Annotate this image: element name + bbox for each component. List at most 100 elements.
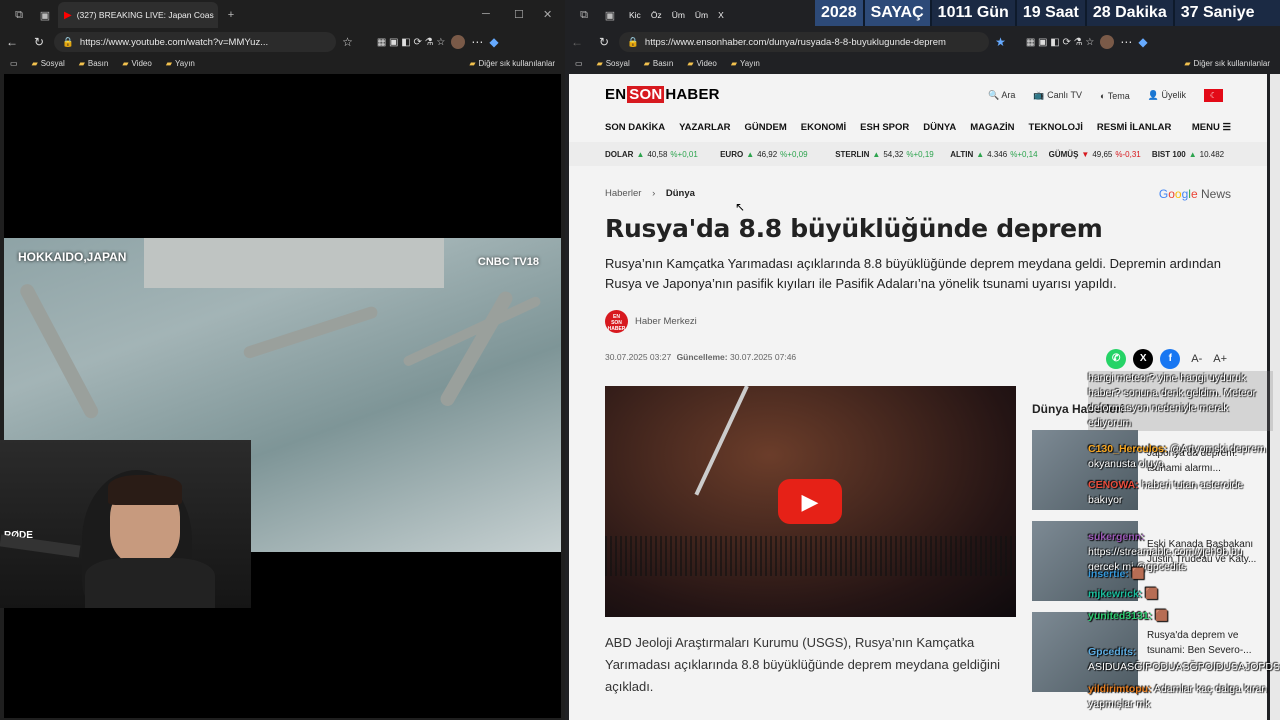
- tab-kic[interactable]: Kic: [629, 10, 641, 20]
- counter-label: SAYAÇ: [864, 0, 932, 26]
- ticker-item[interactable]: EURO ▲ 46,92 %+0,09: [720, 150, 835, 159]
- live-tv-button[interactable]: 📺 Canlı TV: [1033, 90, 1082, 101]
- nav-resmi-ilanlar[interactable]: RESMİ İLANLAR: [1097, 122, 1171, 133]
- nav-dunya[interactable]: DÜNYA: [923, 122, 956, 133]
- nav-gundem[interactable]: GÜNDEM: [745, 122, 787, 133]
- breadcrumb-root[interactable]: Haberler: [605, 188, 641, 199]
- bookmark-sosyal[interactable]: ▰ Sosyal: [597, 59, 630, 68]
- turkey-flag-icon[interactable]: ☾: [1204, 89, 1223, 102]
- back-icon[interactable]: ←: [6, 35, 18, 49]
- other-bookmarks[interactable]: ▰ Diğer sık kullanılanlar: [469, 59, 555, 68]
- copilot-icon[interactable]: ◆: [1138, 35, 1147, 49]
- font-decrease-button[interactable]: A-: [1191, 353, 1202, 365]
- favorite-star-icon[interactable]: ☆: [342, 35, 353, 49]
- sidebar-toggle-icon[interactable]: ▭: [575, 59, 583, 68]
- theme-button[interactable]: ◐ Tema: [1100, 91, 1130, 101]
- streamer-hair: [108, 475, 182, 505]
- nav-son-dakika[interactable]: SON DAKİKA: [605, 122, 665, 133]
- profile-avatar[interactable]: [1100, 35, 1115, 49]
- x-icon[interactable]: X: [1133, 349, 1154, 369]
- tab-actions-icon[interactable]: ▣: [597, 2, 623, 28]
- cnbc-logo: CNBC TV18: [477, 256, 539, 268]
- copilot-icon[interactable]: ◆: [489, 35, 498, 49]
- google-news-link[interactable]: Google News: [1159, 187, 1231, 201]
- counter-year: 2028: [815, 0, 865, 26]
- ticker-item[interactable]: GÜMÜŞ ▼ 49,65 %-0,31: [1049, 150, 1152, 159]
- tab-youtube[interactable]: ▶ (327) BREAKING LIVE: Japan Coas ✕: [58, 2, 218, 28]
- other-bookmarks[interactable]: ▰ Diğer sık kullanılanlar: [1184, 59, 1270, 68]
- seismograph-needle: [694, 386, 749, 496]
- minimize-icon[interactable]: ─: [482, 8, 490, 20]
- close-window-icon[interactable]: ✕: [543, 8, 552, 21]
- bookmark-sosyal[interactable]: ▰ Sosyal: [32, 59, 65, 68]
- ticker-item[interactable]: ALTIN ▲ 4.346 %+0,14: [950, 150, 1048, 159]
- address-bar[interactable]: 🔒 https://www.youtube.com/watch?v=MMYuz.…: [54, 32, 337, 52]
- play-button[interactable]: ▶: [778, 479, 842, 524]
- bookmark-basin[interactable]: ▰ Basın: [644, 59, 674, 68]
- nav-yazarlar[interactable]: YAZARLAR: [679, 122, 730, 133]
- search-button[interactable]: 🔍 Ara: [988, 90, 1015, 101]
- nav-esh-spor[interactable]: ESH SPOR: [860, 122, 909, 133]
- tab-x[interactable]: X: [718, 10, 724, 20]
- chat-message: CENOWA: haberi tutan asteroide bakıyor: [1088, 479, 1244, 506]
- updated-label: Güncelleme:: [676, 352, 728, 362]
- breadcrumb-current[interactable]: Dünya: [666, 188, 695, 199]
- bookmark-video[interactable]: ▰ Video: [122, 59, 151, 68]
- new-tab-icon[interactable]: +: [218, 2, 244, 28]
- harbor-area: [144, 238, 444, 288]
- nav-magazin[interactable]: MAGAZİN: [970, 122, 1014, 133]
- sidebar-toggle-icon[interactable]: ▭: [10, 59, 18, 68]
- favorite-star-icon[interactable]: ★: [995, 35, 1006, 49]
- bookmark-basin[interactable]: ▰ Basın: [79, 59, 109, 68]
- bookmark-yayin[interactable]: ▰ Yayın: [731, 59, 760, 68]
- refresh-icon[interactable]: ↻: [34, 35, 44, 49]
- ticker-item[interactable]: STERLIN ▲ 54,32 %+0,19: [835, 150, 950, 159]
- tab-um-1[interactable]: Üm: [672, 10, 685, 20]
- facebook-icon[interactable]: f: [1160, 349, 1181, 369]
- tab-oz[interactable]: Öz: [651, 10, 662, 20]
- nav-ekonomi[interactable]: EKONOMİ: [801, 122, 846, 133]
- url-text: https://www.youtube.com/watch?v=MMYuz...: [79, 36, 269, 48]
- more-icon[interactable]: ⋯: [471, 35, 483, 49]
- author-block[interactable]: EN SON HABER Haber Merkezi: [605, 310, 697, 333]
- streamer-webcam: RØDE: [0, 440, 251, 608]
- whatsapp-icon[interactable]: ✆: [1106, 349, 1127, 369]
- profile-avatar[interactable]: [451, 35, 466, 49]
- market-ticker: DOLAR ▲ 40,58 %+0,01 EURO ▲ 46,92 %+0,09 STERL…: [569, 142, 1267, 166]
- left-browser-window: ⧉ ▣ ▶ (327) BREAKING LIVE: Japan Coas ✕ …: [0, 0, 565, 720]
- extensions-icon[interactable]: ▦ ▣ ◧ ⟳ ⚗ ☆: [377, 37, 446, 48]
- article-video[interactable]: ▶: [605, 386, 1016, 617]
- location-overlay: HOKKAIDO,JAPAN: [18, 250, 127, 264]
- site-logo[interactable]: EN SON HABER: [605, 86, 720, 103]
- address-bar[interactable]: 🔒 https://www.ensonhaber.com/dunya/rusya…: [619, 32, 990, 52]
- tab-um-2[interactable]: Üm: [695, 10, 708, 20]
- chat-message: mjkewrick: 🟫: [1088, 588, 1159, 600]
- ticker-item[interactable]: BIST 100 ▲ 10.482: [1152, 150, 1267, 159]
- article-title: Rusya'da 8.8 büyüklüğünde deprem: [605, 214, 1103, 243]
- chat-message: insertie: 🟫: [1088, 568, 1145, 580]
- counter-hours: 19 Saat: [1017, 0, 1087, 26]
- refresh-icon[interactable]: ↻: [599, 35, 609, 49]
- workspaces-icon[interactable]: ⧉: [6, 2, 32, 28]
- workspaces-icon[interactable]: ⧉: [571, 2, 597, 28]
- ticker-item[interactable]: DOLAR ▲ 40,58 %+0,01: [605, 150, 720, 159]
- breakwater: [242, 305, 380, 360]
- extensions-icon[interactable]: ▦ ▣ ◧ ⟳ ⚗ ☆: [1026, 37, 1095, 48]
- menu-button[interactable]: MENU ☰: [1192, 122, 1231, 133]
- bookmark-video[interactable]: ▰ Video: [687, 59, 716, 68]
- breakwater: [437, 288, 516, 409]
- font-increase-button[interactable]: A+: [1213, 353, 1227, 365]
- more-icon[interactable]: ⋯: [1120, 35, 1132, 49]
- chat-message: C130_Herculos: @Artyomski deprem okyanus…: [1088, 443, 1266, 470]
- chat-message: hangi meteor? yine hangi uyduruk haber? …: [1088, 371, 1273, 431]
- member-button[interactable]: 👤 Üyelik: [1148, 90, 1186, 101]
- chevron-right-icon: ›: [652, 188, 656, 199]
- back-icon[interactable]: ←: [571, 35, 583, 49]
- tab-actions-icon[interactable]: ▣: [32, 2, 58, 28]
- nav-teknoloji[interactable]: TEKNOLOJİ: [1029, 122, 1083, 133]
- breakwater: [17, 281, 101, 421]
- share-bar: ✆ X f A- A+: [1106, 349, 1227, 369]
- updated-date: 30.07.2025 07:46: [729, 352, 797, 362]
- maximize-icon[interactable]: ☐: [514, 8, 524, 21]
- bookmark-yayin[interactable]: ▰ Yayın: [166, 59, 195, 68]
